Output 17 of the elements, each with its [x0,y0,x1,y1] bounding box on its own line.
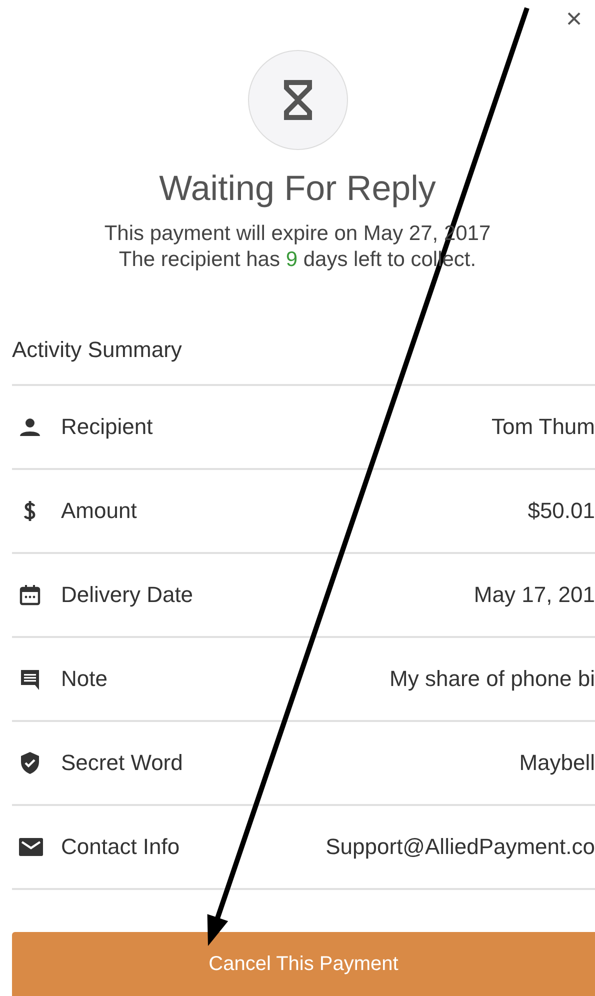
row-value: Maybell [519,749,595,778]
row-label: Recipient [61,413,153,442]
row-label: Contact Info [61,833,180,862]
row-value: Tom Thum [491,413,595,442]
row-value: My share of phone bi [390,665,595,694]
row-value: May 17, 201 [474,581,595,610]
close-button[interactable]: × [559,4,589,34]
row-label: Amount [61,497,137,526]
section-title: Activity Summary [12,336,183,364]
shield-check-icon [18,750,42,775]
dialog-title: Waiting For Reply [158,168,437,210]
row-label: Note [61,665,108,694]
row-value: Support@AlliedPayment.co [326,833,595,862]
row-value: $50.01 [528,497,595,526]
row-label: Delivery Date [61,581,194,610]
calendar-icon [18,582,42,607]
row-label: Secret Word [61,749,183,778]
